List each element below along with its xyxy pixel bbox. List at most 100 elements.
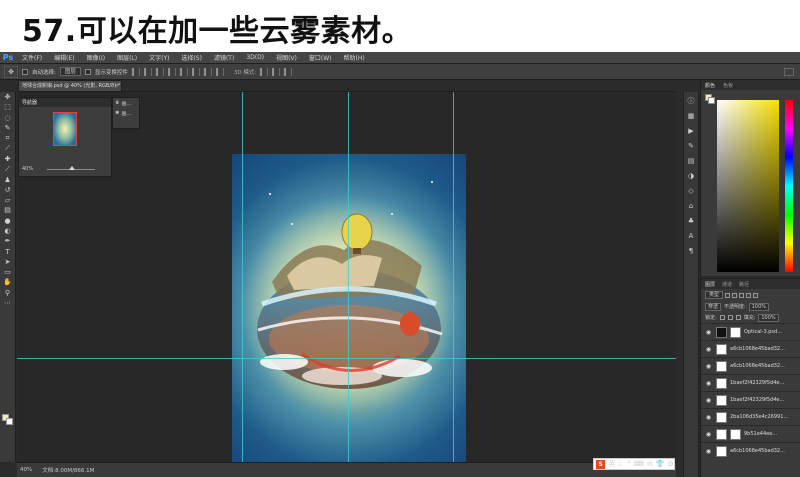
collapsed-panel-item-2[interactable]: ♚ 画... bbox=[113, 108, 139, 118]
menu-image[interactable]: 图像(I) bbox=[81, 53, 111, 62]
tab-channels[interactable]: 通道 bbox=[722, 281, 732, 288]
visibility-eye-icon[interactable]: ◉ bbox=[704, 397, 713, 404]
visibility-eye-icon[interactable]: ◉ bbox=[704, 363, 713, 370]
menu-view[interactable]: 视图(V) bbox=[270, 53, 303, 62]
layer-filter-kind[interactable]: 类型 bbox=[705, 291, 724, 299]
dodge-tool-icon[interactable]: ◐ bbox=[0, 226, 15, 236]
filter-adjust-icon[interactable] bbox=[732, 292, 738, 298]
distribute-icon[interactable] bbox=[203, 67, 212, 76]
ime-moon-icon[interactable]: ☾ bbox=[618, 460, 624, 468]
auto-select-checkbox[interactable] bbox=[22, 68, 28, 75]
3d-rotate-icon[interactable] bbox=[260, 67, 269, 76]
menu-3d[interactable]: 3D(D) bbox=[240, 54, 270, 61]
layer-row[interactable]: ◉ a6cb1068e45bad32... bbox=[701, 442, 800, 459]
opacity-input[interactable]: 100% bbox=[748, 302, 769, 311]
history-brush-icon[interactable]: ↺ bbox=[0, 185, 15, 195]
visibility-eye-icon[interactable]: ◉ bbox=[704, 329, 713, 336]
collapsed-panel-item-1[interactable]: ♛ 画... bbox=[113, 98, 139, 108]
path-select-tool-icon[interactable]: ➤ bbox=[0, 257, 15, 267]
align-bottom-icon[interactable] bbox=[191, 67, 200, 76]
paths-panel-icon[interactable]: ⌂ bbox=[684, 200, 698, 212]
lock-all-icon[interactable] bbox=[735, 315, 741, 320]
menu-layer[interactable]: 图层(L) bbox=[111, 53, 143, 62]
navigator-zoom-value[interactable]: 40% bbox=[22, 166, 33, 172]
brush-tool-icon[interactable]: ⟋ bbox=[0, 164, 15, 174]
lasso-tool-icon[interactable]: ◌ bbox=[0, 113, 15, 123]
filter-type-icon[interactable] bbox=[739, 292, 745, 298]
3d-roll-icon[interactable] bbox=[272, 67, 281, 76]
menu-help[interactable]: 帮助(H) bbox=[338, 53, 371, 62]
hand-tool-icon[interactable]: ✋ bbox=[0, 277, 15, 287]
guide-vertical-2[interactable] bbox=[348, 92, 349, 463]
swatches-panel-icon[interactable]: ▤ bbox=[684, 155, 698, 167]
pen-tool-icon[interactable]: ✒ bbox=[0, 236, 15, 246]
eraser-tool-icon[interactable]: ▱ bbox=[0, 195, 15, 205]
zoom-tool-icon[interactable]: ⚲ bbox=[0, 288, 15, 298]
ime-skin-icon[interactable]: 👕 bbox=[656, 460, 665, 468]
guide-horizontal-1[interactable] bbox=[17, 358, 676, 359]
layer-row[interactable]: ◉ a6cb1068e45bad32... bbox=[701, 340, 800, 357]
paragraph-panel-icon[interactable]: ¶ bbox=[684, 245, 698, 257]
blur-tool-icon[interactable]: ● bbox=[0, 216, 15, 226]
align-right-icon[interactable] bbox=[155, 67, 164, 76]
menu-filter[interactable]: 滤镜(T) bbox=[208, 53, 240, 62]
more-tools-icon[interactable]: ⋯ bbox=[0, 298, 15, 308]
document-tab[interactable]: 地球合成新娘.psd @ 40% (光影, RGB/8) * × bbox=[18, 80, 122, 91]
menu-file[interactable]: 文件(F) bbox=[16, 53, 48, 62]
guide-vertical-3[interactable] bbox=[453, 92, 454, 463]
menu-select[interactable]: 选择(S) bbox=[175, 53, 208, 62]
lock-position-icon[interactable] bbox=[727, 315, 733, 320]
layer-row[interactable]: ◉ a6cb1068e45bad32... bbox=[701, 357, 800, 374]
show-transform-checkbox[interactable] bbox=[84, 68, 91, 75]
fill-input[interactable]: 100% bbox=[758, 313, 779, 322]
close-tab-icon[interactable]: × bbox=[115, 81, 119, 91]
navigator-zoom-knob[interactable] bbox=[69, 166, 75, 170]
quick-select-tool-icon[interactable]: ✎ bbox=[0, 123, 15, 133]
layer-row[interactable]: ◉ 1baef2f42329f5d4e... bbox=[701, 374, 800, 391]
layer-mask-thumbnail[interactable] bbox=[730, 428, 741, 440]
marquee-tool-icon[interactable]: ⬚ bbox=[0, 102, 15, 112]
3d-pan-icon[interactable] bbox=[284, 67, 293, 76]
color-panel-bg-swatch[interactable] bbox=[708, 97, 715, 104]
shape-tool-icon[interactable]: ▭ bbox=[0, 267, 15, 277]
tab-layers[interactable]: 图层 bbox=[705, 281, 715, 288]
filter-shape-icon[interactable] bbox=[746, 292, 752, 298]
hue-slider[interactable] bbox=[785, 100, 793, 272]
menu-window[interactable]: 窗口(W) bbox=[303, 53, 338, 62]
healing-tool-icon[interactable]: ✚ bbox=[0, 154, 15, 164]
ime-keyboard-icon[interactable]: ⌨ bbox=[634, 460, 644, 468]
color-picker-field[interactable] bbox=[717, 100, 779, 272]
type-tool-icon[interactable]: T bbox=[0, 246, 15, 256]
align-top-icon[interactable] bbox=[167, 67, 176, 76]
auto-select-dropdown[interactable]: 图层 bbox=[59, 67, 81, 76]
distribute-h-icon[interactable] bbox=[215, 67, 224, 76]
sogou-logo-icon[interactable]: S bbox=[596, 459, 605, 469]
align-left-icon[interactable] bbox=[131, 67, 140, 76]
color-swatches[interactable] bbox=[2, 414, 14, 426]
ime-mail-icon[interactable]: ✉ bbox=[647, 460, 653, 468]
filter-pixel-icon[interactable] bbox=[725, 292, 731, 298]
background-color-swatch[interactable] bbox=[6, 418, 13, 425]
brush-panel-icon[interactable]: ✎ bbox=[684, 140, 698, 152]
layer-row[interactable]: ◉ 1baef2f42329f5d4e... bbox=[701, 391, 800, 408]
move-tool-preset-icon[interactable]: ✥ bbox=[4, 65, 18, 78]
eyedropper-tool-icon[interactable]: ⟋ bbox=[0, 143, 15, 153]
align-center-icon[interactable] bbox=[143, 67, 152, 76]
ime-lang-icon[interactable]: 英 bbox=[608, 459, 615, 469]
status-doc-info[interactable]: 文档:8.00M/866.1M bbox=[42, 466, 94, 474]
menu-edit[interactable]: 编辑(E) bbox=[48, 53, 80, 62]
visibility-eye-icon[interactable]: ◉ bbox=[704, 431, 713, 438]
canvas-area[interactable] bbox=[17, 92, 676, 463]
stamp-tool-icon[interactable]: ♟ bbox=[0, 174, 15, 184]
styles-panel-icon[interactable]: ◇ bbox=[684, 185, 698, 197]
visibility-eye-icon[interactable]: ◉ bbox=[704, 346, 713, 353]
crop-tool-icon[interactable]: ⌗ bbox=[0, 133, 15, 143]
properties-panel-icon[interactable]: ▦ bbox=[684, 110, 698, 122]
tab-color[interactable]: 颜色 bbox=[705, 82, 715, 89]
move-tool-icon[interactable]: ✥ bbox=[0, 92, 15, 102]
layer-row[interactable]: ◉ 2ba106d35e4c26991... bbox=[701, 408, 800, 425]
actions-panel-icon[interactable]: ▶ bbox=[684, 125, 698, 137]
ime-settings-icon[interactable]: ⚙ bbox=[667, 460, 673, 468]
gradient-tool-icon[interactable]: ▤ bbox=[0, 205, 15, 215]
character-panel-icon[interactable]: A bbox=[684, 230, 698, 242]
